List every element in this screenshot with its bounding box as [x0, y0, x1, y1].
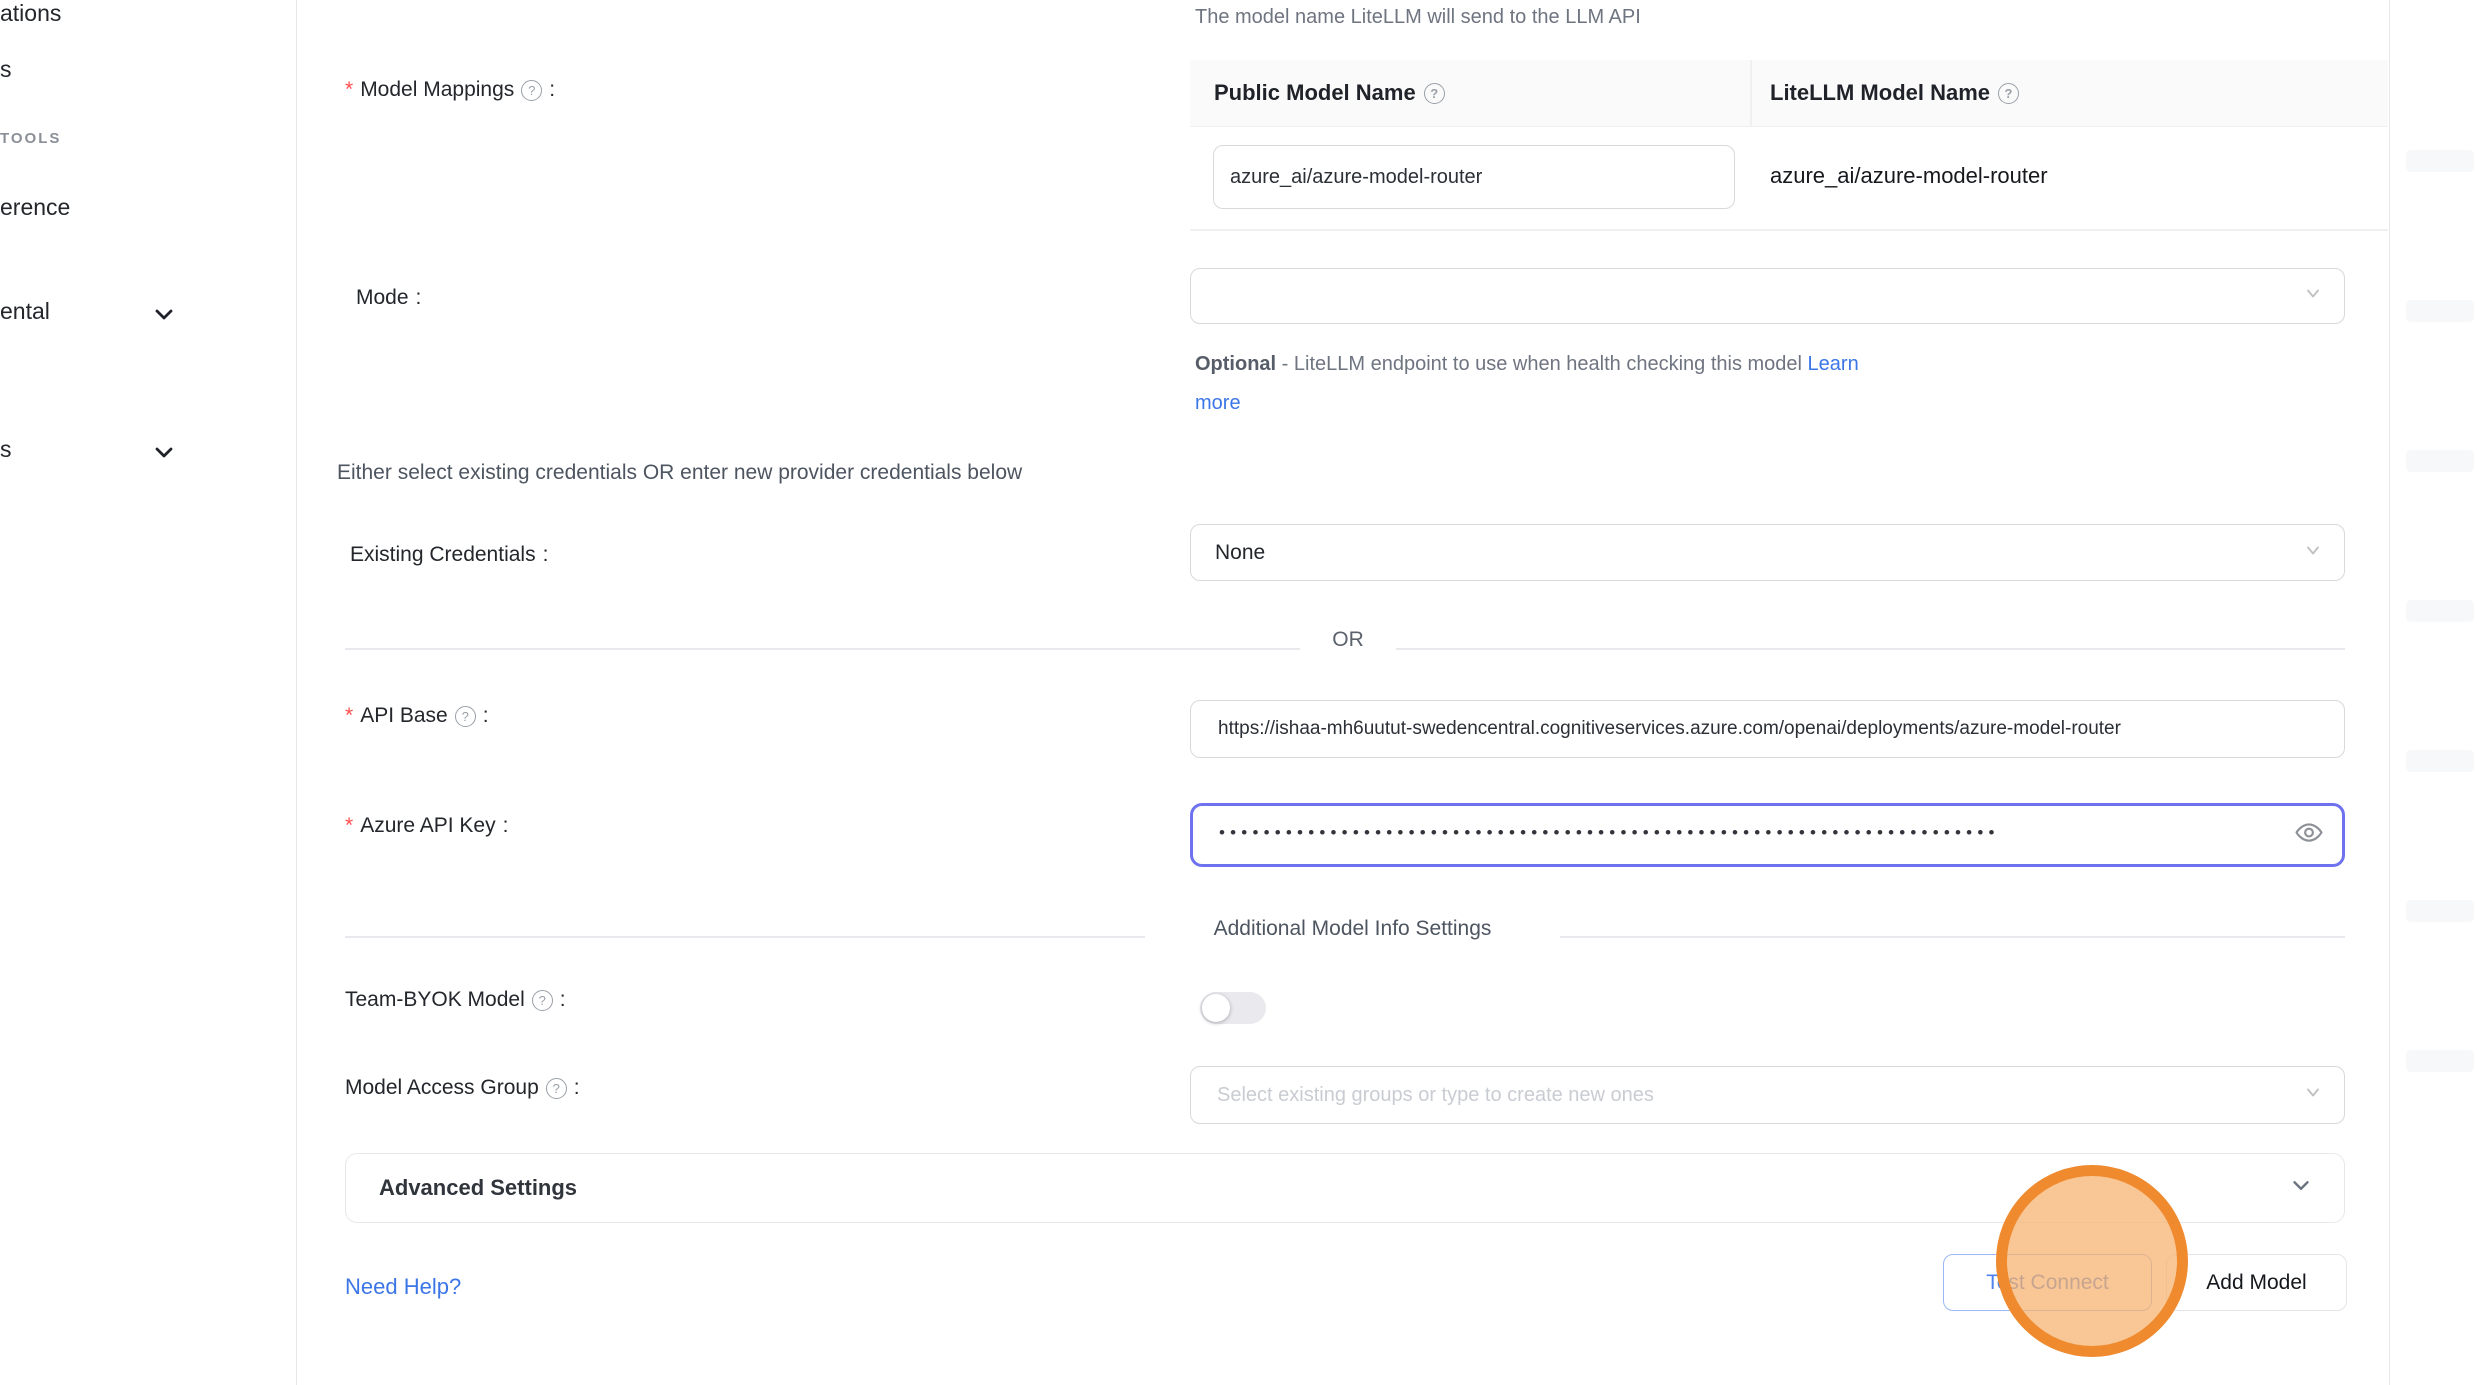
mode-label: Mode :: [356, 286, 421, 310]
model-access-group-select[interactable]: Select existing groups or type to create…: [1190, 1066, 2345, 1124]
model-name-hint: The model name LiteLLM will send to the …: [1195, 6, 1641, 29]
toggle-knob: [1202, 994, 1230, 1022]
or-divider-label: OR: [1300, 628, 1396, 652]
table-column-divider: [1750, 60, 1752, 127]
api-base-input[interactable]: [1190, 700, 2345, 758]
azure-api-key-masked-value: ••••••••••••••••••••••••••••••••••••••••…: [1193, 823, 2259, 843]
model-access-group-placeholder: Select existing groups or type to create…: [1191, 1084, 1654, 1107]
required-marker: *: [345, 814, 353, 838]
azure-api-key-label: * Azure API Key :: [345, 814, 508, 838]
additional-divider-label: Additional Model Info Settings: [1145, 917, 1560, 941]
help-icon[interactable]: ?: [532, 990, 553, 1011]
help-icon[interactable]: ?: [521, 80, 542, 101]
background-placeholder: [2406, 150, 2474, 172]
background-placeholder: [2406, 600, 2474, 622]
sidebar-item-clipped-3[interactable]: erence: [0, 194, 70, 221]
table-row-divider: [1190, 229, 2388, 231]
api-base-label: * API Base ? :: [345, 704, 489, 728]
azure-api-key-input[interactable]: ••••••••••••••••••••••••••••••••••••••••…: [1190, 803, 2345, 867]
public-model-name-input[interactable]: [1213, 145, 1735, 209]
existing-credentials-value: None: [1191, 541, 1265, 565]
sidebar-item-clipped-1[interactable]: ations: [0, 0, 61, 27]
sidebar-item-clipped-4[interactable]: ental: [0, 298, 50, 325]
team-byok-label: Team-BYOK Model ? :: [345, 988, 566, 1012]
litellm-model-name-header: LiteLLM Model Name ?: [1770, 80, 2019, 106]
add-model-page: ations s TOOLS erence ental s The model …: [0, 0, 2477, 1385]
chevron-down-icon: [2302, 539, 2324, 566]
public-model-name-header: Public Model Name ?: [1214, 80, 1445, 106]
sidebar-item-clipped-5[interactable]: s: [0, 436, 12, 463]
api-base-value[interactable]: [1191, 701, 2338, 757]
background-placeholder: [2406, 900, 2474, 922]
chevron-down-icon: [2302, 1082, 2324, 1109]
help-icon[interactable]: ?: [546, 1078, 567, 1099]
mode-select[interactable]: [1190, 268, 2345, 324]
team-byok-toggle[interactable]: [1200, 992, 1266, 1024]
model-mappings-table-header: Public Model Name ? LiteLLM Model Name ?: [1190, 60, 2388, 127]
eye-icon[interactable]: [2294, 818, 2324, 853]
existing-credentials-select[interactable]: None: [1190, 524, 2345, 581]
mode-helper-bold: Optional: [1195, 353, 1276, 375]
background-placeholder: [2406, 450, 2474, 472]
background-placeholder: [2406, 1050, 2474, 1072]
help-icon[interactable]: ?: [455, 706, 476, 727]
add-model-button[interactable]: Add Model: [2166, 1254, 2347, 1311]
existing-credentials-label: Existing Credentials :: [350, 543, 548, 567]
or-divider-line: [1396, 648, 2345, 650]
sidebar-item-clipped-2[interactable]: s: [0, 56, 12, 83]
help-icon[interactable]: ?: [1998, 83, 2019, 104]
or-divider-line: [345, 648, 1300, 650]
model-mappings-label: * Model Mappings ? :: [345, 78, 555, 102]
chevron-down-icon: [2302, 283, 2324, 310]
litellm-model-name-value: azure_ai/azure-model-router: [1770, 163, 2048, 189]
required-marker: *: [345, 78, 353, 102]
model-access-group-label: Model Access Group ? :: [345, 1076, 580, 1100]
sidebar-section-tools: TOOLS: [0, 130, 61, 147]
additional-divider-line: [1560, 936, 2345, 938]
public-model-name-value[interactable]: [1214, 146, 1710, 208]
chevron-down-icon[interactable]: [152, 440, 176, 464]
help-icon[interactable]: ?: [1424, 83, 1445, 104]
chevron-down-icon[interactable]: [2288, 1173, 2314, 1204]
click-highlight-circle: [1996, 1165, 2188, 1357]
required-marker: *: [345, 704, 353, 728]
chevron-down-icon[interactable]: [152, 302, 176, 326]
credentials-note: Either select existing credentials OR en…: [337, 461, 1022, 485]
advanced-settings-title: Advanced Settings: [379, 1175, 577, 1201]
need-help-link[interactable]: Need Help?: [345, 1274, 461, 1300]
background-placeholder: [2406, 300, 2474, 322]
mode-helper-text: Optional - LiteLLM endpoint to use when …: [1195, 345, 1900, 423]
background-placeholder: [2406, 750, 2474, 772]
additional-divider-line: [345, 936, 1145, 938]
